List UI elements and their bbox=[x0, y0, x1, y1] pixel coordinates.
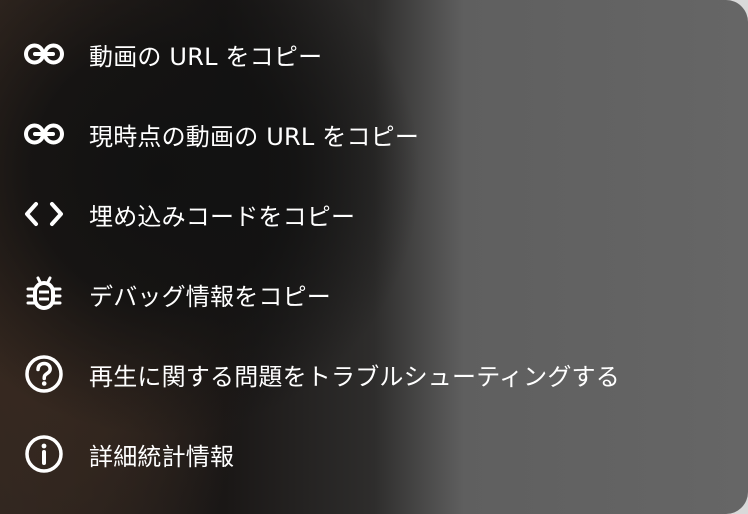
menu-item-label: 再生に関する問題をトラブルシューティングする bbox=[89, 362, 620, 391]
menu-item-copy-debug-info[interactable]: デバッグ情報をコピー bbox=[0, 254, 748, 334]
menu-item-troubleshoot-playback[interactable]: 再生に関する問題をトラブルシューティングする bbox=[0, 334, 748, 414]
menu-item-label: 現時点の動画の URL をコピー bbox=[89, 122, 420, 151]
menu-item-stats-for-nerds[interactable]: 詳細統計情報 bbox=[0, 414, 748, 494]
menu-item-copy-video-url-at-time[interactable]: 現時点の動画の URL をコピー bbox=[0, 94, 748, 174]
link-icon bbox=[24, 114, 64, 154]
menu-item-copy-video-url[interactable]: 動画の URL をコピー bbox=[0, 14, 748, 94]
link-icon bbox=[24, 34, 64, 74]
bug-icon bbox=[24, 274, 64, 314]
menu-item-label: 埋め込みコードをコピー bbox=[89, 202, 356, 231]
code-icon bbox=[24, 194, 64, 234]
info-circle-icon bbox=[24, 434, 64, 474]
help-circle-icon bbox=[24, 354, 64, 394]
menu-item-copy-embed-code[interactable]: 埋め込みコードをコピー bbox=[0, 174, 748, 254]
menu-item-label: デバッグ情報をコピー bbox=[89, 282, 331, 311]
menu-item-label: 詳細統計情報 bbox=[89, 442, 235, 471]
player-context-menu: 動画の URL をコピー 現時点の動画の URL をコピー 埋め込みコードをコピ… bbox=[0, 0, 748, 514]
menu-item-label: 動画の URL をコピー bbox=[89, 42, 323, 71]
